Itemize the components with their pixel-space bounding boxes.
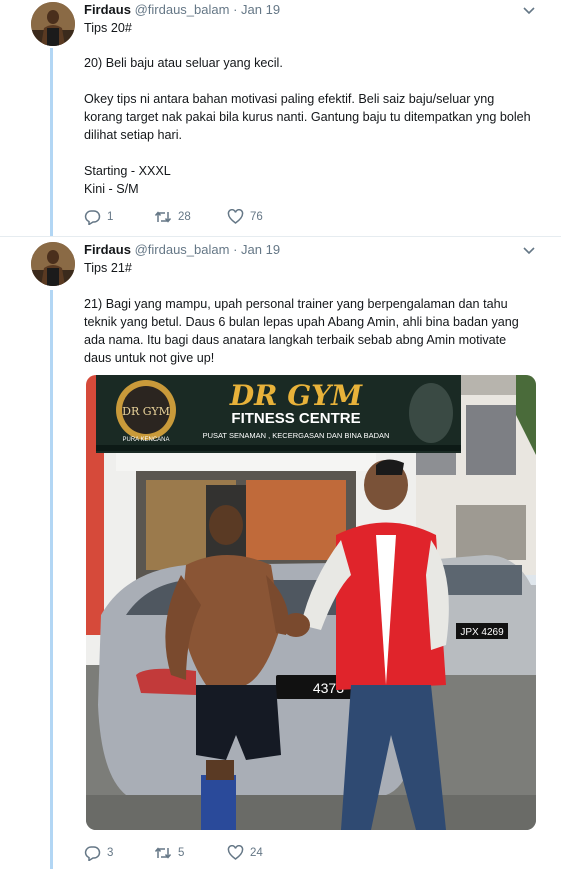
gym-sign-fitness: FITNESS CENTRE	[231, 410, 360, 427]
like-count: 76	[250, 211, 263, 223]
tweet-paragraph: 20) Beli baju atau seluar yang kecil.	[84, 56, 283, 70]
author-handle[interactable]: @firdaus_balam	[135, 242, 230, 257]
like-button[interactable]: 24	[227, 845, 297, 861]
tweet-text: 21) Bagi yang mampu, upah personal train…	[84, 295, 534, 367]
retweet-icon	[154, 211, 172, 223]
reply-icon	[84, 210, 101, 225]
tweet-photo[interactable]: DR GYM PURA KENCANA DR GYM FITNESS CENTR…	[86, 375, 536, 830]
retweet-button[interactable]: 5	[154, 845, 227, 861]
reply-count: 3	[107, 847, 114, 859]
tweet-title-line: Tips 20#	[84, 21, 132, 35]
tweet-paragraph: 21) Bagi yang mampu, upah personal train…	[84, 297, 519, 365]
tweet-divider	[0, 236, 561, 237]
gym-logo-sub: PURA KENCANA	[122, 437, 169, 443]
chevron-down-icon[interactable]	[521, 5, 537, 17]
reply-button[interactable]: 1	[84, 209, 154, 225]
tweet-actions: 1 28 76	[84, 207, 297, 227]
gym-sign-title: DR GYM	[229, 379, 363, 412]
tweet-title-line: Tips 21#	[84, 261, 132, 275]
tweet-header: Firdaus @firdaus_balam · Jan 19	[84, 2, 280, 20]
chevron-down-icon[interactable]	[521, 245, 537, 257]
like-button[interactable]: 76	[227, 209, 297, 225]
retweet-button[interactable]: 28	[154, 209, 227, 225]
reply-button[interactable]: 3	[84, 845, 154, 861]
author-name[interactable]: Firdaus	[84, 2, 131, 17]
heart-icon	[227, 845, 244, 860]
separator-dot: ·	[233, 242, 238, 257]
tweet-20[interactable]: Firdaus @firdaus_balam · Jan 19 Tips 20#…	[0, 0, 561, 236]
tweet-actions: 3 5 24	[84, 843, 297, 863]
right-car-plate: JPX 4269	[460, 627, 504, 638]
tweet-paragraph: Okey tips ni antara bahan motivasi palin…	[84, 92, 531, 142]
retweet-count: 28	[178, 211, 191, 223]
tweet-paragraph: Starting - XXXL Kini - S/M	[84, 164, 171, 196]
heart-icon	[227, 209, 244, 224]
reply-count: 1	[107, 211, 114, 223]
retweet-icon	[154, 847, 172, 859]
author-name[interactable]: Firdaus	[84, 242, 131, 257]
avatar[interactable]	[31, 242, 75, 286]
separator-dot: ·	[233, 2, 238, 17]
author-handle[interactable]: @firdaus_balam	[135, 2, 230, 17]
like-count: 24	[250, 847, 263, 859]
reply-icon	[84, 846, 101, 861]
avatar[interactable]	[31, 2, 75, 46]
retweet-count: 5	[178, 847, 185, 859]
tweet-date[interactable]: Jan 19	[241, 2, 280, 17]
tweet-date[interactable]: Jan 19	[241, 242, 280, 257]
gym-logo-text: DR GYM	[122, 405, 170, 418]
tweet-text: 20) Beli baju atau seluar yang kecil. Ok…	[84, 54, 534, 198]
gym-sign-subline: PUSAT SENAMAN , KECERGASAN DAN BINA BADA…	[203, 431, 390, 440]
tweet-header: Firdaus @firdaus_balam · Jan 19	[84, 242, 280, 260]
